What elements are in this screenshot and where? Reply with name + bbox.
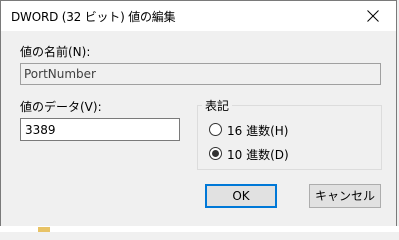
dialog-title: DWORD (32 ビット) 値の編集 <box>11 10 176 24</box>
radio-hex-label: 16 進数(H) <box>227 124 289 138</box>
ok-button[interactable]: OK <box>205 184 277 208</box>
base-group-label: 表記 <box>202 97 233 114</box>
radio-button-decimal[interactable] <box>209 147 222 160</box>
background-window-strip <box>0 226 399 232</box>
value-name-field: PortNumber <box>20 63 381 85</box>
title-bar[interactable]: DWORD (32 ビット) 値の編集 <box>1 1 396 31</box>
base-groupbox <box>197 105 382 170</box>
radio-selected-dot <box>212 150 219 157</box>
radio-button-hex[interactable] <box>209 123 222 136</box>
value-name-label: 値の名前(N): <box>20 45 91 59</box>
value-data-input[interactable]: 3389 <box>20 118 180 141</box>
cancel-button[interactable]: キャンセル <box>309 184 381 208</box>
folder-icon <box>38 227 50 232</box>
close-button[interactable] <box>350 1 396 31</box>
dword-edit-dialog: DWORD (32 ビット) 値の編集 値の名前(N): PortNumber … <box>0 0 397 230</box>
value-data-label: 値のデータ(V): <box>20 100 102 114</box>
close-icon <box>367 10 379 22</box>
radio-decimal-label: 10 進数(D) <box>227 148 289 162</box>
